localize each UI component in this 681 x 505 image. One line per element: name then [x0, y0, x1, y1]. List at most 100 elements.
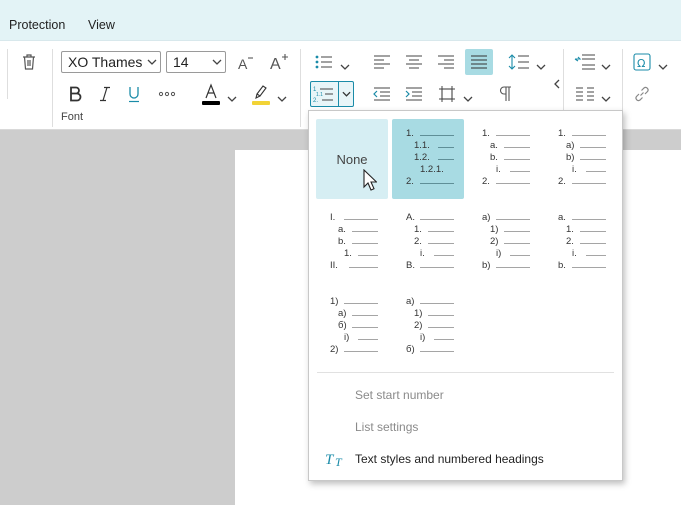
preview-line — [504, 147, 530, 148]
numbering-marker: B. — [406, 260, 415, 271]
preview-line — [580, 147, 606, 148]
preview-line — [428, 243, 454, 244]
font-name-combo[interactable]: XO Thames — [61, 51, 161, 73]
list-settings-item[interactable]: List settings — [355, 420, 418, 434]
preview-line — [496, 219, 530, 220]
numbering-style-option[interactable]: a) 1) 2) i) б) — [392, 287, 464, 367]
chevron-left-icon[interactable] — [551, 77, 561, 91]
preview-line — [496, 135, 530, 136]
numbering-style-option[interactable]: a) 1) 2) i) b) — [468, 203, 540, 283]
numbering-marker: 1) — [490, 224, 499, 235]
numbering-style-option[interactable]: 1. 1.1. 1.2. 1.2.1. 2. — [392, 119, 464, 199]
font-color-icon[interactable] — [200, 81, 222, 107]
chevron-down-icon[interactable] — [342, 91, 351, 97]
numbering-style-option[interactable]: 1) a) б) i) 2) — [316, 287, 388, 367]
highlight-icon[interactable] — [250, 81, 272, 107]
numbering-marker: i) — [420, 332, 426, 343]
decrease-font-size-icon[interactable]: A — [235, 51, 257, 75]
numbering-marker: i. — [420, 248, 425, 259]
menu-divider — [317, 372, 614, 373]
numbering-none-option[interactable]: None — [316, 119, 388, 199]
numbering-marker: 2. — [566, 236, 574, 247]
font-group-label: Font — [61, 111, 84, 123]
numbering-marker: b. — [490, 152, 498, 163]
italic-icon[interactable] — [94, 83, 116, 105]
chevron-down-icon[interactable] — [277, 91, 287, 105]
align-justify-icon[interactable] — [465, 49, 493, 75]
bold-icon[interactable] — [64, 83, 86, 105]
chevron-down-icon[interactable] — [601, 59, 611, 73]
svg-text:A: A — [238, 56, 248, 72]
align-right-icon[interactable] — [434, 51, 458, 73]
numbering-marker: i. — [496, 164, 501, 175]
preview-line — [438, 159, 454, 160]
preview-line — [358, 255, 378, 256]
bulleted-list-icon[interactable] — [312, 51, 336, 73]
numbering-style-option[interactable]: I. a. b. 1. II. — [316, 203, 388, 283]
numbering-style-option[interactable]: A. 1. 2. i. B. — [392, 203, 464, 283]
increase-indent-icon[interactable] — [402, 83, 426, 105]
numbering-marker: a. — [558, 212, 566, 223]
align-left-icon[interactable] — [370, 51, 394, 73]
chevron-down-icon[interactable] — [209, 52, 225, 72]
paragraph-spacing-icon[interactable] — [572, 51, 598, 73]
text-styles-headings-item[interactable]: Text styles and numbered headings — [355, 452, 544, 466]
chevron-down-icon[interactable] — [463, 91, 473, 105]
numbering-marker: 2. — [414, 236, 422, 247]
columns-icon[interactable] — [572, 83, 598, 105]
chevron-down-icon[interactable] — [144, 52, 160, 72]
paragraph-borders-icon[interactable] — [436, 83, 458, 105]
numbered-list-button[interactable]: 1 1.1 2. — [310, 81, 354, 107]
preview-line — [504, 231, 530, 232]
chevron-down-icon[interactable] — [536, 59, 546, 73]
preview-line — [428, 327, 454, 328]
tab-protection[interactable]: Protection — [9, 18, 65, 32]
numbering-marker: 1. — [406, 128, 414, 139]
numbering-style-option[interactable]: a. 1. 2. i. b. — [544, 203, 616, 283]
preview-line — [504, 159, 530, 160]
group-divider — [52, 49, 53, 127]
numbering-style-option[interactable]: 1. a. b. i. 2. — [468, 119, 540, 199]
increase-font-size-icon[interactable]: A — [268, 50, 292, 74]
trash-icon[interactable] — [18, 51, 40, 73]
underline-icon[interactable] — [123, 83, 145, 105]
more-formatting-icon[interactable] — [155, 83, 179, 105]
numbering-marker: 1. — [566, 224, 574, 235]
chevron-down-icon[interactable] — [601, 91, 611, 105]
preview-line — [580, 159, 606, 160]
preview-line — [420, 219, 454, 220]
numbering-marker: 2. — [482, 176, 490, 187]
chevron-down-icon[interactable] — [340, 59, 350, 73]
preview-line — [352, 243, 378, 244]
numbering-marker: б) — [338, 320, 347, 331]
set-start-number-item[interactable]: Set start number — [355, 388, 444, 402]
numbering-marker: II. — [330, 260, 338, 271]
preview-line — [428, 231, 454, 232]
numbering-marker: b) — [482, 260, 491, 271]
align-center-icon[interactable] — [402, 51, 426, 73]
numbering-marker: b) — [566, 152, 575, 163]
preview-line — [586, 171, 606, 172]
font-size-combo[interactable]: 14 — [166, 51, 226, 73]
preview-line — [580, 231, 606, 232]
preview-line — [496, 183, 530, 184]
chevron-down-icon[interactable] — [658, 59, 668, 73]
link-icon[interactable] — [631, 83, 653, 105]
pilcrow-icon[interactable] — [494, 83, 516, 105]
numbering-marker: 2) — [414, 320, 423, 331]
line-spacing-icon[interactable] — [506, 50, 532, 74]
numbering-marker: 2) — [330, 344, 339, 355]
preview-line — [352, 315, 378, 316]
tab-view[interactable]: View — [88, 18, 115, 32]
decrease-indent-icon[interactable] — [370, 83, 394, 105]
numbering-style-option[interactable]: 1. a) b) i. 2. — [544, 119, 616, 199]
preview-line — [420, 303, 454, 304]
numbering-marker: a. — [490, 140, 498, 151]
numbering-marker: 1.2.1. — [420, 164, 444, 175]
svg-text:2.: 2. — [313, 98, 318, 104]
preview-line — [420, 351, 454, 352]
omega-icon[interactable]: Ω — [631, 51, 653, 73]
preview-line — [572, 267, 606, 268]
chevron-down-icon[interactable] — [227, 91, 237, 105]
numbering-marker: i) — [496, 248, 502, 259]
